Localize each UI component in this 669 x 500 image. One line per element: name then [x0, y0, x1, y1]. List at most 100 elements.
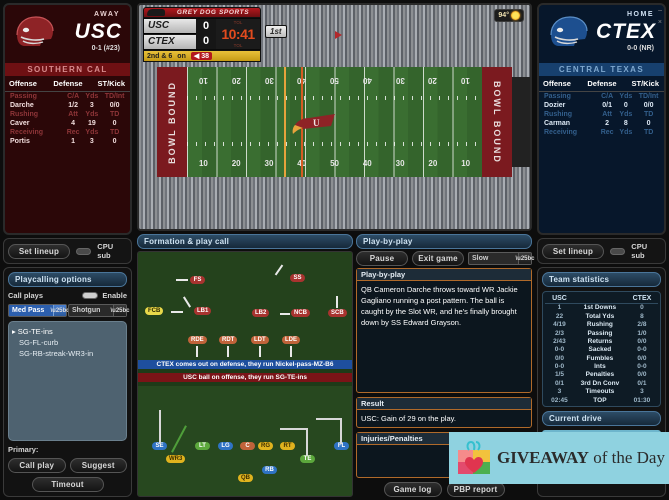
- def-pos-LB1: LB1: [194, 307, 212, 315]
- home-rushing-hdr-3: TD: [643, 111, 654, 118]
- away-lineup-row: Set lineup CPU sub: [3, 238, 132, 264]
- away-passing-hdr-2: Yds: [85, 93, 99, 100]
- field: BOWL BOUND 10 20 30 40 50 40 30: [157, 67, 512, 177]
- timeouts-top-label: TOL: [233, 20, 243, 25]
- table-row: 22 Total Yds 8: [545, 312, 658, 320]
- away-receiving-val-1: 1: [71, 138, 76, 145]
- offense-banner: USC ball on offense, they run SG-TE-ins: [138, 373, 352, 382]
- off-pos-TE: TE: [300, 455, 315, 463]
- chevron-down-icon[interactable]: \u25bc: [111, 305, 130, 316]
- list-item[interactable]: SG-FL-curb: [12, 337, 123, 348]
- giveaway-word2: of the Day: [588, 448, 665, 467]
- home-stat-tabs[interactable]: Offense Defense ST/Kick: [539, 76, 664, 92]
- window-controls[interactable]: – ×: [658, 7, 662, 26]
- call-plays-toggle[interactable]: [82, 292, 99, 299]
- tab-defense-home[interactable]: Defense: [583, 79, 621, 88]
- center-column: BOWL BOUND 10 20 30 40 50 40 30: [135, 0, 535, 500]
- play-type-select[interactable]: Med Pass \u25bc: [8, 304, 70, 317]
- home-rushing-val-0: Carman: [544, 120, 571, 127]
- home-stat-table: Passing C/A Yds TD/Int Dozier 0/1 0 0/0 …: [539, 92, 664, 137]
- route-line-FL: [340, 418, 342, 444]
- game-window: AWAY USC 0-1 (#23) SOUTHERN CAL Offense …: [0, 0, 669, 500]
- temperature-text: 94°: [498, 12, 509, 19]
- playcalling-title: Playcalling options: [8, 272, 127, 287]
- speed-value: Slow: [472, 255, 489, 262]
- home-passing-val-0: Dozier: [544, 102, 566, 109]
- game-log-button[interactable]: Game log: [383, 482, 442, 497]
- tab-defense-away[interactable]: Defense: [49, 79, 87, 88]
- play-by-play-box: Play-by-play QB Cameron Darche throws to…: [356, 268, 532, 393]
- tab-offense-home[interactable]: Offense: [543, 79, 583, 88]
- timeout-button[interactable]: Timeout: [31, 477, 104, 492]
- cpu-sub-toggle-home[interactable]: [610, 247, 626, 255]
- endzone-left-text: BOWL BOUND: [167, 80, 177, 164]
- stat-away: 0-0: [554, 363, 565, 370]
- suggest-button[interactable]: Suggest: [69, 458, 127, 473]
- yard-num: 20: [231, 159, 241, 169]
- formation-canvas[interactable]: FS SS FCB LB1 LB2 NCB SCB RDE RDT LDT LD…: [137, 251, 353, 497]
- list-item[interactable]: SG-TE-ins: [12, 326, 123, 337]
- formation-value: Shotgun: [72, 307, 101, 314]
- home-passing-val-2: 0: [623, 102, 628, 109]
- away-receiving-val-2: 3: [89, 138, 94, 145]
- away-rushing-hdr-3: TD: [109, 111, 120, 118]
- stat-away: 2/3: [554, 329, 564, 337]
- giveaway-word1: GIVEAWAY: [497, 448, 589, 467]
- yard-num: 20: [428, 75, 438, 85]
- yard-num: 10: [461, 159, 471, 169]
- formation-panel: Formation & play call FS SS FCB LB1 LB2 …: [137, 234, 353, 497]
- table-row: 0-0 Ints 0-0: [545, 362, 658, 370]
- call-play-button[interactable]: Call play: [8, 458, 66, 473]
- call-plays-row: Call plays Enable: [8, 291, 127, 300]
- formation-select[interactable]: Shotgun \u25bc: [68, 304, 130, 317]
- set-lineup-button-away[interactable]: Set lineup: [8, 243, 70, 259]
- defense-zone: [138, 252, 352, 360]
- play-list[interactable]: SG-TE-ins SG-FL-curb SG-RB-streak-WR3-in: [8, 321, 127, 441]
- scoreboard: GREY DOG SPORTS USC 0 CTEX 0 TOL 10:41 T…: [143, 7, 261, 62]
- speed-select[interactable]: Slow \u25bc: [468, 252, 535, 265]
- yard-num: 50: [330, 75, 339, 85]
- minimize-icon[interactable]: –: [658, 7, 662, 14]
- exit-game-button[interactable]: Exit game: [412, 251, 464, 266]
- away-receiving-val-3: 0: [112, 138, 117, 145]
- away-team-panel: AWAY USC 0-1 (#23) SOUTHERN CAL Offense …: [0, 0, 135, 500]
- away-receiving-hdr-3: TD: [109, 129, 120, 136]
- cpu-sub-toggle-away[interactable]: [76, 247, 92, 255]
- chevron-down-icon[interactable]: \u25bc: [516, 253, 535, 264]
- endzone-left: BOWL BOUND: [157, 67, 187, 177]
- stat-label: Sacked: [588, 346, 612, 354]
- stat-label: Fumbles: [586, 354, 614, 362]
- tab-stkick-away[interactable]: ST/Kick: [87, 79, 128, 88]
- away-rushing-val-2: 19: [87, 120, 96, 127]
- list-item[interactable]: SG-RB-streak-WR3-in: [12, 348, 123, 359]
- away-rushing-val-3: 0: [112, 120, 117, 127]
- tab-stkick-home[interactable]: ST/Kick: [621, 79, 662, 88]
- home-lineup-row: Set lineup CPU sub: [537, 238, 666, 264]
- off-pos-WR3: WR3: [166, 455, 186, 463]
- pause-button[interactable]: Pause: [356, 251, 408, 266]
- yard-num: 30: [264, 159, 274, 169]
- table-row: Passing C/A Yds TD/Int: [539, 92, 664, 101]
- playcalling-options-panel: Playcalling options Call plays Enable Me…: [3, 267, 132, 497]
- playing-surface: 10 20 30 40 50 40 30 20 10 10 20: [187, 67, 482, 177]
- set-lineup-button-home[interactable]: Set lineup: [542, 243, 604, 259]
- away-team-name: SOUTHERN CAL: [5, 63, 130, 76]
- home-rushing-val-3: 0: [646, 120, 651, 127]
- table-row: 2/43 Returns 0/0: [545, 337, 658, 345]
- stat-home: 0/0: [637, 337, 647, 345]
- pbp-report-button[interactable]: PBP report: [446, 482, 505, 497]
- weather-indicator: 94°: [494, 9, 524, 22]
- result-text: USC: Gain of 29 on the play.: [361, 414, 456, 423]
- stadium-view: BOWL BOUND 10 20 30 40 50 40 30: [137, 3, 532, 231]
- hash-marks-lower: [187, 141, 482, 146]
- close-icon[interactable]: ×: [658, 19, 662, 26]
- defense-banner: CTEX comes out on defense, they run Nick…: [138, 360, 352, 369]
- route-arrow: [196, 346, 198, 357]
- chevron-down-icon[interactable]: \u25bc: [51, 305, 70, 316]
- stat-away: 0/0: [554, 354, 564, 362]
- tab-offense-away[interactable]: Offense: [9, 79, 49, 88]
- scoreboard-away-row: USC 0: [144, 18, 216, 34]
- away-stat-tabs[interactable]: Offense Defense ST/Kick: [5, 76, 130, 92]
- yardline-text: ◀ 38: [190, 52, 212, 60]
- play-by-play-controls: Pause Exit game Slow \u25bc: [356, 251, 535, 266]
